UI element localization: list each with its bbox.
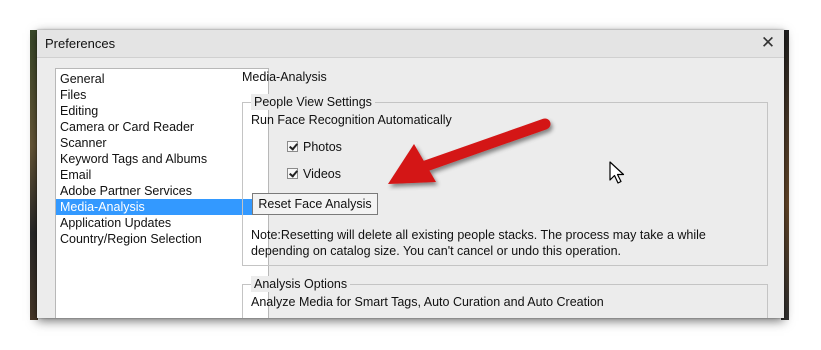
reset-note: Note:Resetting will delete all existing … [251, 227, 751, 259]
people-view-settings-legend: People View Settings [251, 94, 375, 110]
reset-note-line-2: depending on catalog size. You can't can… [251, 244, 622, 258]
sidebar-item-keyword-tags-and-albums[interactable]: Keyword Tags and Albums [56, 151, 268, 167]
photos-checkbox-label: Photos [303, 140, 342, 154]
analysis-options-legend: Analysis Options [251, 276, 351, 292]
sidebar-item-scanner[interactable]: Scanner [56, 135, 268, 151]
sidebar-item-files[interactable]: Files [56, 87, 268, 103]
videos-checkbox[interactable]: Videos [287, 166, 341, 182]
sidebar-item-media-analysis[interactable]: Media-Analysis [56, 199, 268, 215]
sidebar-item-general[interactable]: General [56, 71, 268, 87]
window-title: Preferences [45, 36, 116, 51]
sidebar-item-email[interactable]: Email [56, 167, 268, 183]
sidebar-item-camera-or-card-reader[interactable]: Camera or Card Reader [56, 119, 268, 135]
sidebar-item-adobe-partner-services[interactable]: Adobe Partner Services [56, 183, 268, 199]
reset-face-analysis-button[interactable]: Reset Face Analysis [252, 193, 378, 215]
analysis-options-group: Analysis Options Analyze Media for Smart… [242, 276, 768, 318]
checkbox-checked-icon [287, 141, 298, 152]
videos-checkbox-label: Videos [303, 167, 341, 181]
analysis-options-description: Analyze Media for Smart Tags, Auto Curat… [251, 295, 604, 309]
reset-note-line-1: Note:Resetting will delete all existing … [251, 228, 706, 242]
sidebar-item-editing[interactable]: Editing [56, 103, 268, 119]
close-icon[interactable]: ✕ [758, 32, 778, 54]
sidebar-item-country-region-selection[interactable]: Country/Region Selection [56, 231, 268, 247]
photos-checkbox[interactable]: Photos [287, 139, 342, 155]
title-bar: Preferences ✕ [37, 30, 784, 58]
preferences-dialog: Preferences ✕ General Files Editing Came… [37, 30, 784, 318]
section-title: Media-Analysis [242, 70, 327, 84]
people-view-settings-group: People View Settings Run Face Recognitio… [242, 94, 768, 266]
checkbox-checked-icon [287, 168, 298, 179]
sidebar-item-application-updates[interactable]: Application Updates [56, 215, 268, 231]
preferences-category-list: General Files Editing Camera or Card Rea… [55, 68, 269, 318]
run-face-recognition-label: Run Face Recognition Automatically [251, 113, 452, 127]
